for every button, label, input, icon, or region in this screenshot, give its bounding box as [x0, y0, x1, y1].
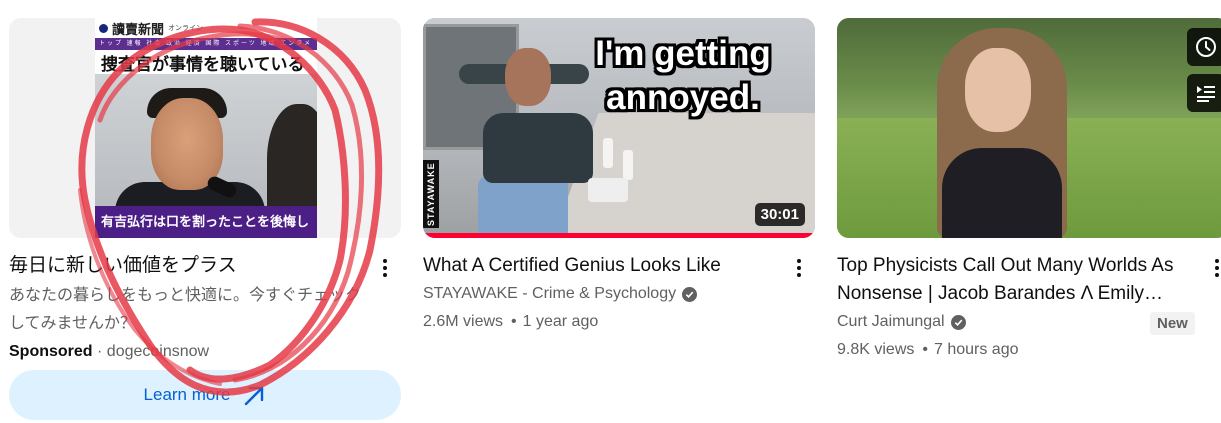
verified-check-icon	[682, 286, 698, 302]
external-arrow-icon	[245, 386, 264, 406]
newspaper-menu-bar: トップ 速報 社会 政治 経済 国際 スポーツ 地域 エンタメ	[95, 38, 317, 50]
ad-separator: ·	[97, 343, 103, 360]
advertiser-name[interactable]: dogecoinsnow	[107, 343, 209, 360]
channel-name[interactable]: STAYAWAKE - Crime & Psychology	[423, 280, 676, 308]
video-title[interactable]: Top Physicists Call Out Many Worlds As N…	[837, 252, 1187, 308]
watch-progress-bar	[423, 233, 815, 238]
video-stats: 2.6M views • 1 year ago	[423, 308, 815, 336]
video-stats: 9.8K views • 7 hours ago	[837, 336, 1221, 364]
add-to-queue-icon[interactable]	[1187, 74, 1221, 112]
ad-sponsor-line: Sponsored · dogecoinsnow	[9, 338, 401, 366]
thumbnail-overlay-text: I'm getting annoyed.	[595, 34, 771, 117]
ad-thumbnail-caption: 有吉弘行は口を割ったことを後悔し	[95, 206, 317, 238]
newspaper-logo-tag: オンライン	[168, 25, 204, 32]
channel-name[interactable]: Curt Jaimungal	[837, 308, 945, 336]
view-count: 9.8K views	[837, 341, 915, 358]
ad-description: あなたの暮らしをもっと快適に。今すぐチェックしてみませんか？	[9, 287, 362, 332]
verified-check-icon	[950, 314, 966, 330]
upload-age: 1 year ago	[522, 313, 599, 330]
more-options-icon[interactable]	[787, 254, 811, 282]
video-title[interactable]: What A Certified Genius Looks Like	[423, 252, 773, 280]
newspaper-logo: 讀賣新聞	[112, 22, 165, 38]
ad-thumbnail[interactable]: 讀賣新聞 オンライン トップ 速報 社会 政治 経済 国際 スポーツ 地域 エン…	[9, 18, 401, 238]
video-thumbnail[interactable]	[837, 18, 1221, 238]
ad-card[interactable]: 讀賣新聞 オンライン トップ 速報 社会 政治 経済 国際 スポーツ 地域 エン…	[9, 18, 401, 420]
more-options-icon[interactable]	[1205, 254, 1221, 282]
upload-age: 7 hours ago	[933, 341, 1019, 358]
view-count: 2.6M views	[423, 313, 504, 330]
new-badge: New	[1150, 312, 1195, 335]
meta-separator: •	[511, 313, 517, 330]
meta-separator: •	[922, 341, 928, 358]
video-card[interactable]: I'm getting annoyed. STAYAWAKE 30:01 Wha…	[423, 18, 815, 336]
learn-more-label: Learn more	[143, 385, 231, 404]
learn-more-button[interactable]: Learn more	[9, 370, 401, 420]
ad-thumbnail-image: 讀賣新聞 オンライン トップ 速報 社会 政治 経済 国際 スポーツ 地域 エン…	[95, 18, 317, 238]
newspaper-logo-icon	[99, 23, 108, 33]
ad-title[interactable]: 毎日に新しい価値をプラス	[9, 252, 359, 280]
sponsored-label: Sponsored	[9, 343, 93, 360]
channel-watermark: STAYAWAKE	[423, 160, 439, 228]
ad-thumbnail-photo	[95, 74, 317, 222]
video-thumbnail[interactable]: I'm getting annoyed. STAYAWAKE 30:01	[423, 18, 815, 238]
channel-row: STAYAWAKE - Crime & Psychology	[423, 280, 815, 308]
clock-icon[interactable]	[1187, 28, 1221, 66]
duration-badge: 30:01	[754, 203, 805, 226]
more-options-icon[interactable]	[373, 254, 397, 282]
